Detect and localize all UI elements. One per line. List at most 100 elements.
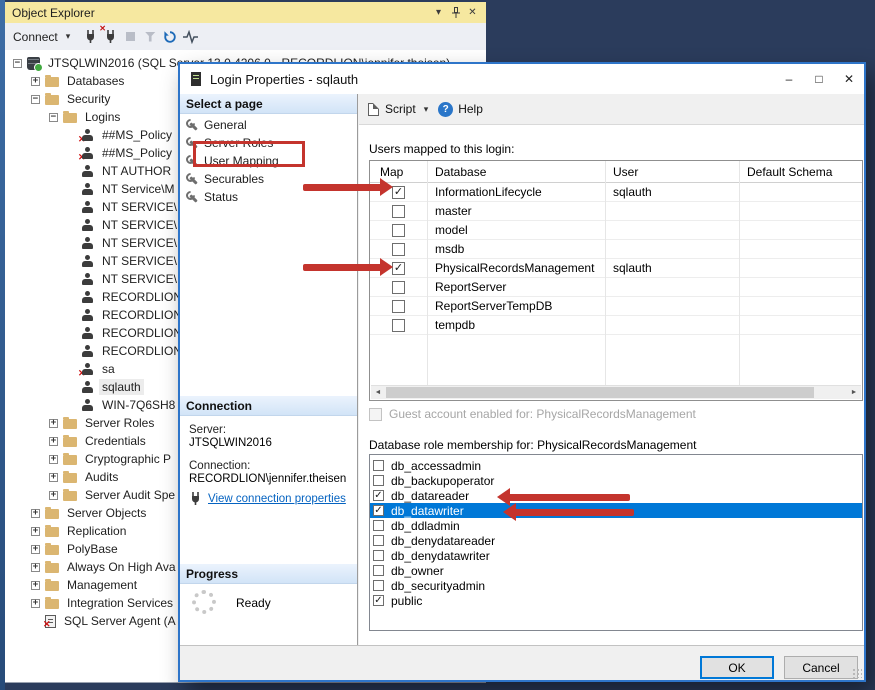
role-checkbox[interactable]	[373, 550, 384, 561]
server-value: JTSQLWIN2016	[189, 437, 272, 449]
progress-spinner-icon	[192, 590, 216, 614]
map-checkbox[interactable]	[392, 281, 405, 294]
role-checkbox[interactable]: ✓	[373, 490, 384, 501]
role-checkbox[interactable]	[373, 475, 384, 486]
role-checkbox[interactable]	[373, 580, 384, 591]
map-checkbox[interactable]: ✓	[392, 262, 405, 275]
wrench-icon	[186, 155, 198, 167]
collapse-icon[interactable]: −	[49, 113, 58, 122]
table-row-model[interactable]: model	[370, 221, 862, 240]
folder-icon	[45, 77, 59, 87]
table-row-reportservertempdb[interactable]: ReportServerTempDB	[370, 297, 862, 316]
expand-icon[interactable]: +	[31, 545, 40, 554]
user-mapping-table: MapDatabaseUserDefault Schema ✓Informati…	[369, 160, 863, 401]
help-icon[interactable]: ?	[438, 102, 453, 117]
table-row-tempdb[interactable]: tempdb	[370, 316, 862, 335]
role-label: db_datareader	[391, 489, 469, 503]
expand-icon[interactable]: +	[31, 599, 40, 608]
role-row-db-owner[interactable]: db_owner	[370, 563, 862, 578]
role-checkbox[interactable]	[373, 460, 384, 471]
expand-icon[interactable]: +	[49, 419, 58, 428]
window-position-icon[interactable]: ▾	[430, 4, 447, 21]
map-checkbox[interactable]	[392, 300, 405, 313]
connection-properties-icon	[189, 492, 202, 505]
map-checkbox[interactable]	[392, 243, 405, 256]
role-row-db-securityadmin[interactable]: db_securityadmin	[370, 578, 862, 593]
page-item-securables[interactable]: Securables	[180, 170, 357, 188]
wrench-icon	[186, 137, 198, 149]
table-row-reportserver[interactable]: ReportServer	[370, 278, 862, 297]
expand-icon[interactable]: +	[49, 437, 58, 446]
collapse-icon[interactable]: −	[13, 59, 22, 68]
connect-icon[interactable]	[80, 28, 100, 46]
role-row-db-datawriter[interactable]: ✓db_datawriter	[370, 503, 862, 518]
page-item-user-mapping[interactable]: User Mapping	[180, 152, 357, 170]
connect-caret-icon[interactable]: ▾	[66, 31, 71, 42]
role-membership-label: Database role membership for: PhysicalRe…	[369, 438, 697, 452]
table-row-msdb[interactable]: msdb	[370, 240, 862, 259]
ok-button[interactable]: OK	[700, 656, 774, 679]
map-checkbox[interactable]	[392, 319, 405, 332]
role-row-public[interactable]: ✓public	[370, 593, 862, 608]
script-button[interactable]: Script	[385, 102, 416, 116]
expand-icon[interactable]: +	[49, 473, 58, 482]
minimize-icon[interactable]: –	[774, 64, 804, 94]
page-item-general[interactable]: General	[180, 116, 357, 134]
folder-icon	[63, 437, 77, 447]
expand-icon[interactable]: +	[31, 77, 40, 86]
scroll-right-icon[interactable]: ►	[847, 386, 861, 399]
expand-icon[interactable]: +	[31, 563, 40, 572]
role-row-db-accessadmin[interactable]: db_accessadmin	[370, 458, 862, 473]
activity-monitor-icon[interactable]	[180, 28, 200, 46]
cell-database: ReportServer	[427, 280, 605, 294]
help-button[interactable]: Help	[458, 102, 483, 116]
script-caret-icon[interactable]: ▾	[424, 104, 429, 115]
cancel-button[interactable]: Cancel	[784, 656, 858, 679]
page-item-label: Status	[204, 190, 238, 204]
scrollbar-thumb[interactable]	[386, 387, 814, 398]
role-row-db-backupoperator[interactable]: db_backupoperator	[370, 473, 862, 488]
role-checkbox[interactable]	[373, 535, 384, 546]
role-checkbox[interactable]: ✓	[373, 595, 384, 606]
role-row-db-ddladmin[interactable]: db_ddladmin	[370, 518, 862, 533]
dialog-titlebar[interactable]: Login Properties - sqlauth – □ ✕	[180, 64, 864, 94]
close-icon[interactable]: ✕	[464, 4, 481, 21]
cell-database: tempdb	[427, 318, 605, 332]
refresh-icon[interactable]	[160, 28, 180, 46]
role-row-db-denydatareader[interactable]: db_denydatareader	[370, 533, 862, 548]
role-checkbox[interactable]	[373, 565, 384, 576]
role-checkbox[interactable]	[373, 520, 384, 531]
wrench-icon	[186, 173, 198, 185]
table-row-informationlifecycle[interactable]: ✓InformationLifecyclesqlauth	[370, 183, 862, 202]
expand-icon[interactable]: +	[49, 491, 58, 500]
page-item-server-roles[interactable]: Server Roles	[180, 134, 357, 152]
pin-icon[interactable]	[447, 4, 464, 21]
horizontal-scrollbar[interactable]: ◄ ►	[371, 385, 861, 399]
close-icon[interactable]: ✕	[834, 64, 864, 94]
table-row-master[interactable]: master	[370, 202, 862, 221]
disconnect-icon[interactable]: ✕	[100, 28, 120, 46]
expand-icon[interactable]: +	[49, 455, 58, 464]
role-checkbox[interactable]: ✓	[373, 505, 384, 516]
page-item-status[interactable]: Status	[180, 188, 357, 206]
view-connection-properties-link[interactable]: View connection properties	[208, 493, 346, 505]
collapse-icon[interactable]: −	[31, 95, 40, 104]
role-label: db_ddladmin	[391, 519, 460, 533]
expand-icon[interactable]: +	[31, 509, 40, 518]
map-checkbox[interactable]	[392, 205, 405, 218]
maximize-icon[interactable]: □	[804, 64, 834, 94]
script-icon	[368, 103, 379, 116]
role-row-db-denydatawriter[interactable]: db_denydatawriter	[370, 548, 862, 563]
connect-button[interactable]: Connect	[13, 30, 58, 44]
table-header-row: MapDatabaseUserDefault Schema	[370, 161, 862, 183]
resize-grip[interactable]	[852, 668, 862, 678]
map-checkbox[interactable]: ✓	[392, 186, 405, 199]
role-row-db-datareader[interactable]: ✓ db_datareader	[370, 488, 862, 503]
expand-icon[interactable]: +	[31, 581, 40, 590]
table-row-physicalrecordsmanagement[interactable]: ✓PhysicalRecordsManagementsqlauth	[370, 259, 862, 278]
cell-user: sqlauth	[605, 185, 739, 199]
scroll-left-icon[interactable]: ◄	[371, 386, 385, 399]
map-checkbox[interactable]	[392, 224, 405, 237]
expand-icon[interactable]: +	[31, 527, 40, 536]
tree-item-label: Security	[64, 91, 113, 107]
